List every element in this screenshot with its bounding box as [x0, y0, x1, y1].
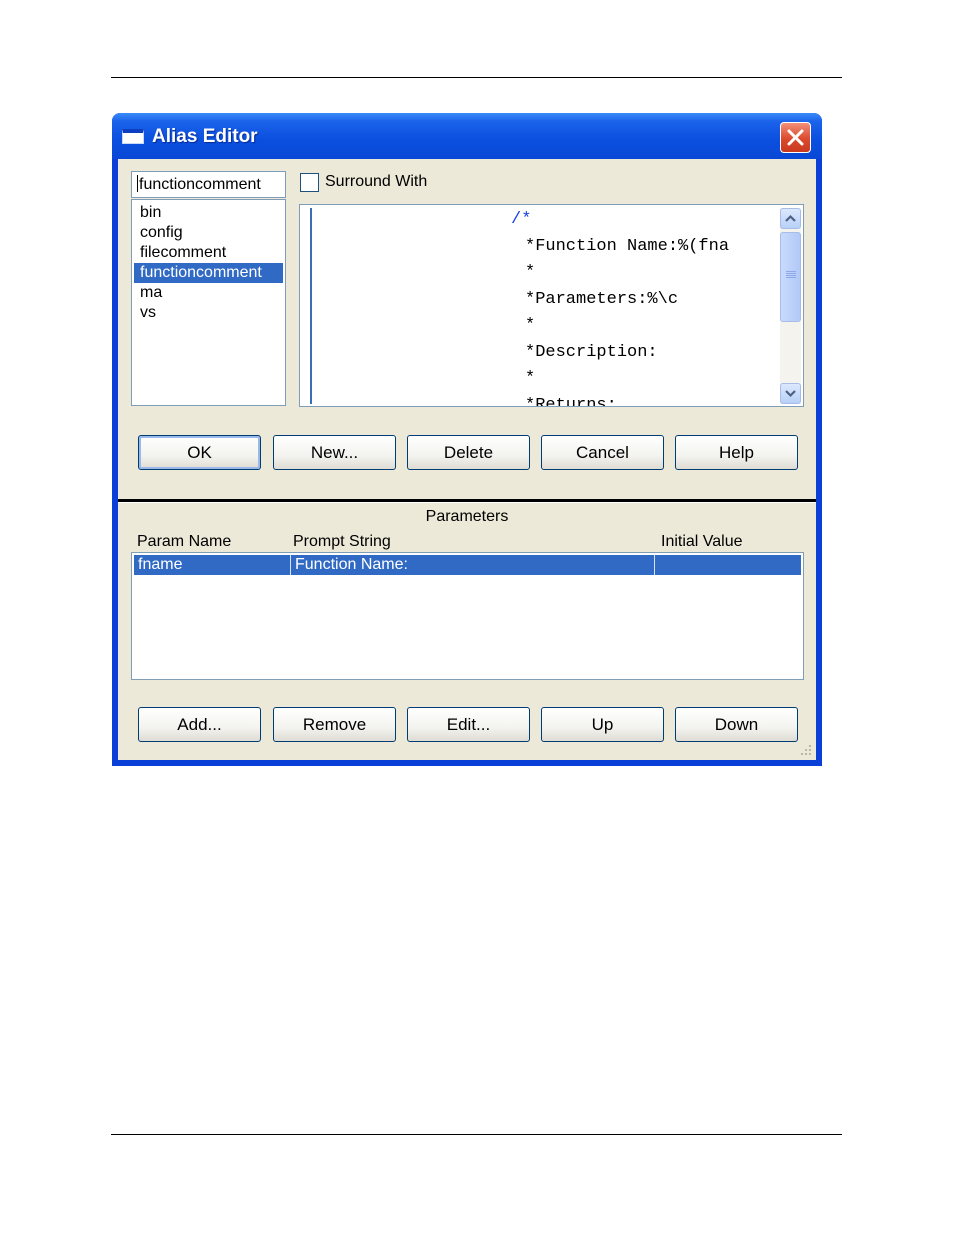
- alias-name-value: functioncomment: [139, 176, 261, 193]
- scroll-down-button[interactable]: [780, 383, 801, 404]
- remove-button[interactable]: Remove: [273, 707, 396, 742]
- surround-with-label[interactable]: Surround With: [325, 173, 427, 191]
- alias-list-item-selected[interactable]: functioncomment: [134, 263, 283, 283]
- alias-list[interactable]: bin config filecomment functioncomment m…: [131, 199, 286, 406]
- scroll-up-button[interactable]: [780, 208, 801, 229]
- page-footer-rule: [111, 1134, 842, 1135]
- close-icon: [787, 129, 804, 146]
- ok-button[interactable]: OK: [138, 435, 261, 470]
- initial-value-cell: [655, 555, 801, 575]
- column-header-initial-value[interactable]: Initial Value: [661, 533, 743, 551]
- scroll-thumb-grip: [786, 271, 796, 272]
- code-line: /*: [511, 210, 532, 229]
- add-button[interactable]: Add...: [138, 707, 261, 742]
- code-line: *Description:: [525, 342, 658, 362]
- window-title: Alias Editor: [152, 126, 258, 147]
- alias-list-item[interactable]: ma: [134, 283, 283, 303]
- title-bar[interactable]: Alias Editor: [112, 113, 822, 159]
- help-button[interactable]: Help: [675, 435, 798, 470]
- alias-editor-window: Alias Editor functioncomment bin config …: [112, 113, 822, 766]
- surround-with-checkbox[interactable]: [300, 173, 319, 192]
- alias-code-editor[interactable]: /* *Function Name:%(fna * *Parameters:%\c * *…: [299, 204, 804, 407]
- up-button[interactable]: Up: [541, 707, 664, 742]
- code-line: *: [525, 263, 536, 282]
- text-caret: [137, 175, 138, 192]
- dialog-client-area: functioncomment bin config filecomment f…: [118, 159, 816, 760]
- scroll-thumb[interactable]: [780, 232, 801, 322]
- param-name-cell: fname: [138, 556, 183, 573]
- close-button[interactable]: [780, 122, 811, 153]
- resize-grip-icon[interactable]: [799, 743, 813, 757]
- window-icon: [122, 129, 144, 144]
- code-line: *: [525, 369, 536, 388]
- alias-name-input[interactable]: functioncomment: [131, 171, 286, 198]
- code-line: *: [525, 316, 536, 335]
- section-divider-highlight: [118, 502, 816, 503]
- code-line: *Returns:: [525, 395, 617, 407]
- delete-button[interactable]: Delete: [407, 435, 530, 470]
- down-button[interactable]: Down: [675, 707, 798, 742]
- alias-list-item[interactable]: vs: [134, 303, 283, 323]
- new-button[interactable]: New...: [273, 435, 396, 470]
- prompt-string-cell: Function Name:: [295, 556, 408, 573]
- chevron-up-icon: [785, 214, 796, 222]
- alias-list-item[interactable]: config: [134, 223, 283, 243]
- chevron-down-icon: [785, 390, 796, 398]
- parameters-table[interactable]: fname Function Name:: [131, 552, 804, 680]
- alias-list-item[interactable]: filecomment: [134, 243, 283, 263]
- table-row[interactable]: fname Function Name:: [134, 555, 801, 575]
- editor-margin-line: [310, 208, 312, 404]
- code-line: *Parameters:%\c: [525, 289, 679, 309]
- alias-list-item[interactable]: bin: [134, 203, 283, 223]
- page-header-rule: [111, 77, 842, 78]
- edit-button[interactable]: Edit...: [407, 707, 530, 742]
- column-header-prompt-string[interactable]: Prompt String: [293, 533, 391, 551]
- code-line: *Function Name:%(fna: [525, 236, 730, 256]
- column-header-param-name[interactable]: Param Name: [137, 533, 231, 551]
- parameters-label: Parameters: [425, 508, 509, 525]
- code-text: /* *Function Name:%(fna * *Parameters:%\c * *…: [511, 207, 730, 407]
- code-vertical-scrollbar[interactable]: [780, 208, 801, 404]
- cancel-button[interactable]: Cancel: [541, 435, 664, 470]
